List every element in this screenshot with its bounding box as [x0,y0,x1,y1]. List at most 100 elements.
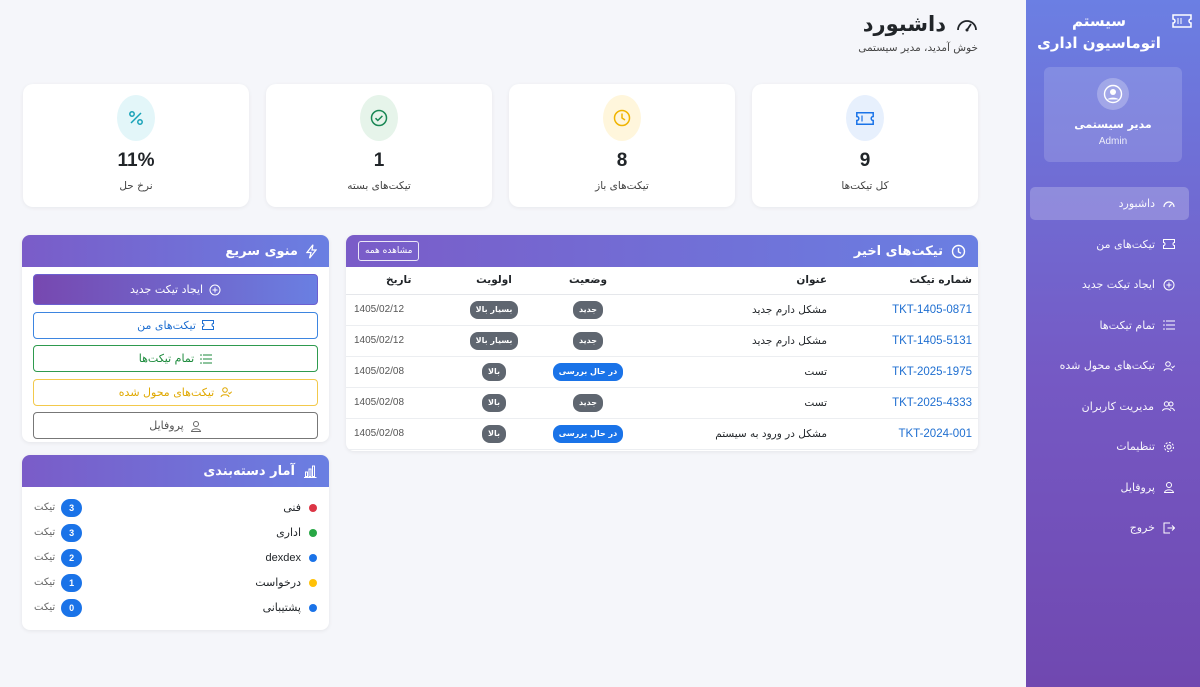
percent-icon [117,95,155,141]
profile-button[interactable]: پروفایل [33,412,318,439]
person-icon [190,420,201,432]
quick-menu-title: منوی سریع [225,243,298,259]
stat-value: 8 [616,150,628,171]
logout-icon [1163,522,1175,533]
lightning-icon [306,243,317,259]
sidebar-item-all-tickets[interactable]: تمام تیکت‌ها [1030,309,1189,342]
my-tickets-button[interactable]: تیکت‌های من [33,311,318,339]
status-badge: در حال بررسی [552,362,624,381]
category-name: فنی [283,501,301,514]
sidebar-item-new-ticket[interactable]: ایجاد تیکت جدید [1030,268,1189,301]
category-unit: تیکت [34,527,56,538]
stat-value: 11% [117,150,155,171]
ticket-date: 1405/02/08 [346,356,455,388]
category-row: فنی 3 تیکت [22,495,329,520]
table-row[interactable]: TKT-1405-5131 مشکل دارم جدید جدید بسیار … [346,325,978,357]
category-count: 2 [61,548,83,567]
all-tickets-button[interactable]: تمام تیکت‌ها [33,345,318,372]
ticket-number-link[interactable]: TKT-2025-1975 [833,356,978,388]
button-label: تیکت‌های محول شده [118,385,215,399]
sidebar-item-label: داشبورد [1118,197,1155,210]
recent-tickets-table: شماره تیکت عنوان وضعیت اولویت تاریخ TKT-… [346,267,978,450]
clock-icon [603,95,641,141]
sidebar: سیستم اتوماسیون اداری مدیر سیستمی Admin … [1026,0,1200,687]
ticket-number-link[interactable]: TKT-1405-5131 [833,325,978,357]
speedometer-icon [1163,200,1175,207]
user-role: Admin [1098,136,1128,147]
stat-label: تیکت‌های باز [595,180,649,192]
assigned-tickets-button[interactable]: تیکت‌های محول شده [33,378,318,406]
ticket-title: تست [643,356,833,388]
view-all-button[interactable]: مشاهده همه [358,241,420,261]
recent-tickets-header: تیکت‌های اخیر مشاهده همه [346,235,978,267]
sidebar-item-settings[interactable]: تنظیمات [1030,430,1189,463]
table-row[interactable]: TKT-2025-4333 تست جدید بالا 1405/02/08 [346,387,978,419]
button-label: ایجاد تیکت جدید [129,283,204,296]
sidebar-item-label: خروج [1129,521,1155,534]
category-unit: تیکت [34,552,56,563]
category-stats-header: آمار دسته‌بندی [22,455,329,487]
category-name: درخواست [255,576,301,589]
category-dot [309,578,317,587]
stat-label: نرخ حل [119,180,153,192]
priority-badge: بسیار بالا [469,331,519,350]
stat-card-resolution-rate: 11% نرخ حل [23,84,249,207]
ticket-icon [1172,14,1192,31]
ticket-date: 1405/02/12 [346,294,455,326]
category-unit: تیکت [34,602,56,613]
check-circle-icon [360,95,398,141]
category-dot [309,603,317,612]
status-badge: جدید [572,300,603,319]
sidebar-item-label: ایجاد تیکت جدید [1081,278,1155,291]
quick-menu-panel: منوی سریع ایجاد تیکت جدید تیکت‌های من تم… [22,235,329,442]
table-row[interactable]: TKT-1405-0871 مشکل دارم جدید جدید بسیار … [346,294,978,326]
sidebar-item-users[interactable]: مدیریت کاربران [1030,390,1189,423]
stat-label: تیکت‌های بسته [347,180,411,192]
page-subtitle: خوش آمدید، مدیر سیستمی [858,42,978,54]
column-header: شماره تیکت [833,267,978,295]
category-name: dexdex [265,551,301,564]
ticket-date: 1405/02/12 [346,325,455,357]
history-icon [951,244,966,258]
priority-badge: بالا [482,424,506,443]
new-ticket-button[interactable]: ایجاد تیکت جدید [33,274,318,305]
bar-chart-icon [304,465,317,478]
recent-tickets-panel: تیکت‌های اخیر مشاهده همه شماره تیکت عنوا… [346,235,978,451]
sidebar-item-label: تمام تیکت‌ها [1099,318,1156,332]
ticket-title: تست [643,387,833,419]
ticket-number-link[interactable]: TKT-1405-0871 [833,294,978,326]
list-icon [1163,320,1175,330]
sidebar-item-profile[interactable]: پروفایل [1030,471,1189,504]
ticket-icon [201,320,214,330]
category-dot [309,553,317,562]
page-header: داشبورد خوش آمدید، مدیر سیستمی [858,12,978,54]
category-name: اداری [276,526,301,539]
brand-title: سیستم اتوماسیون اداری [1037,12,1161,52]
ticket-number-link[interactable]: TKT-2025-4333 [833,387,978,419]
sidebar-item-dashboard[interactable]: داشبورد [1030,187,1189,220]
sidebar-item-my-tickets[interactable]: تیکت‌های من [1030,228,1189,261]
list-icon [200,353,213,364]
gear-icon [1164,441,1174,452]
sidebar-item-assigned[interactable]: تیکت‌های محول شده [1030,349,1189,382]
user-card: مدیر سیستمی Admin [1044,67,1182,162]
stat-card-total: 9 کل تیکت‌ها [752,84,978,207]
category-count: 3 [61,523,83,542]
ticket-date: 1405/02/08 [346,418,455,450]
ticket-title: مشکل دارم جدید [643,325,833,357]
ticket-title: مشکل دارم جدید [643,294,833,326]
table-header-row: شماره تیکت عنوان وضعیت اولویت تاریخ [346,267,978,295]
status-badge: در حال بررسی [552,424,624,443]
column-header: عنوان [643,267,833,295]
plus-circle-icon [1163,279,1175,290]
sidebar-item-logout[interactable]: خروج [1030,511,1189,544]
column-header: اولویت [455,267,533,295]
category-count: 3 [61,498,83,517]
table-row[interactable]: TKT-2024-001 مشکل در ورود به سیستم در حا… [346,418,978,450]
sidebar-item-label: پروفایل [1120,480,1155,494]
user-check-icon [220,387,233,398]
recent-tickets-title: تیکت‌های اخیر [853,243,943,259]
sidebar-item-label: تیکت‌های محول شده [1059,359,1155,372]
table-row[interactable]: TKT-2025-1975 تست در حال بررسی بالا 1405… [346,356,978,388]
ticket-number-link[interactable]: TKT-2024-001 [833,418,978,450]
